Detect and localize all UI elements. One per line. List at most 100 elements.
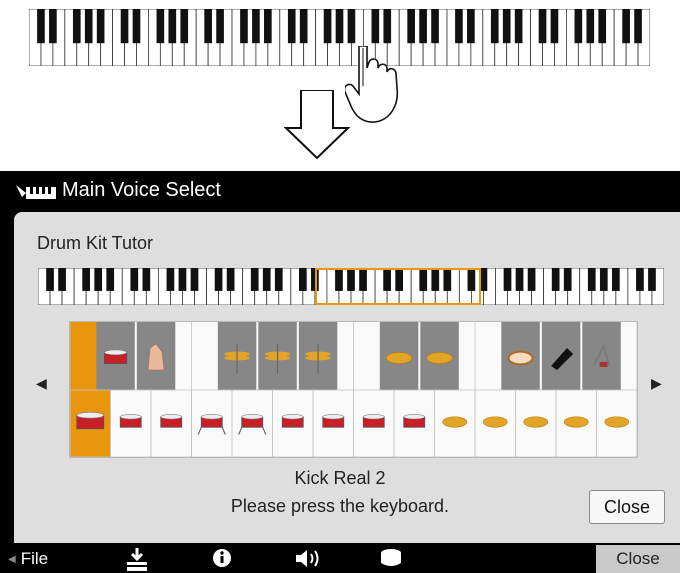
black-key[interactable] (490, 9, 499, 44)
black-key[interactable] (419, 268, 428, 291)
black-key[interactable] (168, 9, 177, 44)
black-key[interactable] (252, 9, 260, 44)
floor-tom-icon (238, 414, 267, 435)
black-key[interactable] (431, 268, 440, 291)
black-key[interactable] (72, 9, 81, 44)
black-key[interactable] (84, 9, 93, 44)
black-key[interactable] (216, 9, 224, 44)
black-key[interactable] (395, 268, 404, 291)
black-key[interactable] (347, 268, 355, 291)
black-key[interactable] (467, 268, 476, 291)
black-key[interactable] (287, 9, 296, 44)
scroll-right-button[interactable]: ▶ (651, 375, 662, 392)
black-key[interactable] (120, 9, 129, 44)
black-key[interactable] (335, 268, 343, 291)
black-key[interactable] (587, 268, 596, 291)
black-key[interactable] (311, 268, 319, 291)
black-key[interactable] (226, 268, 235, 291)
mini-keyboard[interactable] (38, 268, 664, 305)
black-key[interactable] (551, 268, 560, 291)
black-key[interactable] (299, 9, 308, 44)
black-key[interactable] (82, 268, 91, 291)
instruction-text: Please press the keyboard. (230, 496, 450, 516)
close-button[interactable]: Close (589, 490, 665, 524)
black-key[interactable] (634, 9, 642, 44)
black-key[interactable] (467, 9, 475, 44)
black-key[interactable] (156, 9, 165, 44)
black-key[interactable] (574, 9, 583, 44)
black-key[interactable] (611, 268, 620, 291)
black-key[interactable] (37, 9, 45, 44)
black-key[interactable] (359, 268, 367, 291)
black-key[interactable] (527, 268, 536, 291)
black-key[interactable] (106, 268, 115, 291)
black-key[interactable] (371, 9, 380, 44)
cymbal-icon (563, 416, 589, 428)
black-key[interactable] (598, 9, 607, 44)
black-key[interactable] (94, 268, 103, 291)
black-key[interactable] (298, 268, 307, 291)
black-key[interactable] (274, 268, 283, 291)
black-key[interactable] (240, 9, 248, 44)
black-key[interactable] (178, 268, 187, 291)
left-arrow-icon: ◀ (8, 553, 16, 565)
black-key[interactable] (383, 268, 391, 291)
black-key[interactable] (166, 268, 175, 291)
black-key[interactable] (383, 9, 392, 44)
floor-tom-icon (197, 414, 226, 435)
black-key[interactable] (130, 268, 139, 291)
snare-drum-icon (103, 349, 128, 364)
black-key[interactable] (599, 268, 608, 291)
black-key[interactable] (431, 9, 439, 44)
black-key[interactable] (455, 9, 463, 44)
black-key[interactable] (204, 9, 212, 44)
black-key[interactable] (262, 268, 271, 291)
black-key[interactable] (335, 9, 344, 44)
black-key[interactable] (250, 268, 259, 291)
upper-key-cell[interactable] (582, 322, 621, 390)
cymbal-icon (604, 416, 630, 428)
black-key[interactable] (443, 268, 452, 291)
black-key[interactable] (419, 9, 427, 44)
black-key[interactable] (538, 9, 547, 44)
tom-icon (281, 414, 304, 428)
snare-drum-icon (119, 414, 142, 428)
file-label: File (20, 549, 49, 568)
black-key[interactable] (636, 268, 644, 291)
black-key[interactable] (563, 268, 572, 291)
load-icon[interactable] (123, 545, 151, 573)
black-key[interactable] (264, 9, 272, 44)
info-icon[interactable] (211, 545, 233, 573)
black-key[interactable] (586, 9, 595, 44)
black-key[interactable] (49, 9, 57, 44)
tom-icon (403, 414, 426, 428)
black-key[interactable] (648, 268, 656, 291)
black-key[interactable] (46, 268, 54, 291)
black-key[interactable] (550, 9, 559, 44)
black-key[interactable] (142, 268, 151, 291)
black-key[interactable] (132, 9, 141, 44)
black-key[interactable] (502, 9, 511, 44)
file-button[interactable]: ◀ File (8, 545, 48, 573)
scroll-left-button[interactable]: ◀ (36, 375, 47, 392)
black-key[interactable] (323, 9, 332, 44)
black-key[interactable] (180, 9, 189, 44)
black-key[interactable] (347, 9, 356, 44)
black-key[interactable] (622, 9, 630, 44)
black-key[interactable] (515, 268, 524, 291)
black-key[interactable] (407, 9, 415, 44)
bottom-close-button[interactable]: Close (596, 545, 680, 573)
tom-icon (322, 414, 345, 428)
drum-assignment-grid[interactable] (69, 321, 638, 458)
black-key[interactable] (190, 268, 199, 291)
kick-drum-icon (76, 411, 105, 430)
black-key[interactable] (503, 268, 512, 291)
black-key[interactable] (514, 9, 523, 44)
cymbal-icon (523, 416, 549, 428)
black-key[interactable] (214, 268, 223, 291)
drum-icon[interactable] (379, 545, 403, 573)
black-key[interactable] (96, 9, 105, 44)
tom-icon (362, 414, 385, 428)
speaker-icon[interactable] (294, 545, 324, 573)
black-key[interactable] (58, 268, 66, 291)
